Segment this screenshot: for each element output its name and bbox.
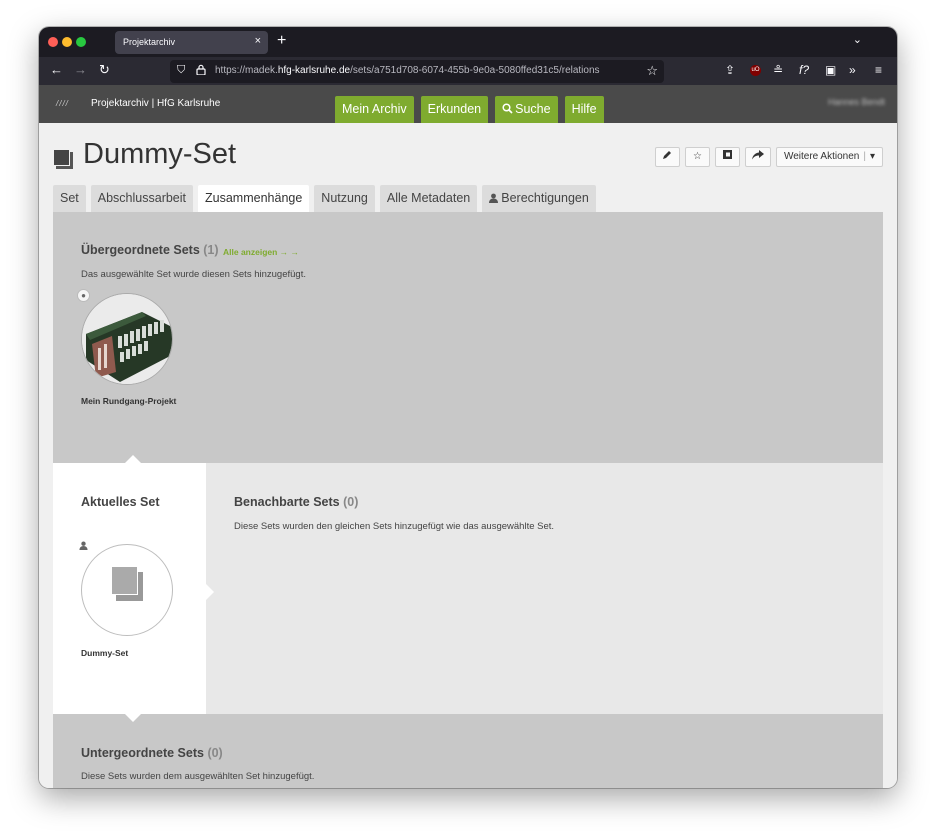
menu-icon[interactable]: ≡ <box>875 63 882 77</box>
nav-mein-archiv[interactable]: Mein Archiv <box>335 96 414 123</box>
share-icon <box>751 150 764 160</box>
current-set-label[interactable]: Dummy-Set <box>81 648 128 658</box>
shield-icon[interactable]: ⛉ <box>177 64 185 77</box>
child-sets-section: Untergeordnete Sets (0) Diese Sets wurde… <box>53 714 883 788</box>
ublock-icon[interactable]: uO <box>750 65 761 76</box>
parent-set-label[interactable]: Mein Rundgang-Projekt <box>81 396 176 406</box>
caret-down-icon: ▾ <box>869 151 875 162</box>
function-icon[interactable]: f? <box>799 63 809 77</box>
set-tabs: Set Abschlussarbeit Zusammenhänge Nutzun… <box>53 185 596 212</box>
action-bar: ☆ Weitere Aktionen | ▾ <box>654 147 883 167</box>
browser-window: Projektarchiv × + ⌄ ← → ↻ ⛉ https://made… <box>39 27 897 788</box>
tab-berechtigungen-label: Berechtigungen <box>501 191 589 205</box>
browser-tab-strip: Projektarchiv × + ⌄ <box>39 27 897 57</box>
current-set-section: Aktuelles Set Dummy-Set <box>53 463 206 715</box>
neighbor-sets-title: Benachbarte Sets (0) <box>234 495 359 509</box>
site-logo[interactable]: //// <box>56 99 69 108</box>
minimize-window-button[interactable] <box>62 37 72 47</box>
site-header: //// Projektarchiv | HfG Karlsruhe Mein … <box>39 85 897 123</box>
nav-suche[interactable]: Suche <box>495 96 558 123</box>
address-bar[interactable]: ⛉ https://madek.hfg-karlsruhe.de/sets/a7… <box>170 60 664 83</box>
nav-suche-label: Suche <box>515 102 551 116</box>
browser-tab[interactable]: Projektarchiv × <box>115 31 268 54</box>
neighbor-sets-description: Diese Sets wurden den gleichen Sets hinz… <box>234 521 555 532</box>
overflow-chevron-icon[interactable]: » <box>849 63 856 77</box>
site-name[interactable]: Projektarchiv | HfG Karlsruhe <box>91 98 220 109</box>
parent-set-thumbnail[interactable] <box>81 293 173 385</box>
bookmark-star-icon[interactable]: ☆ <box>646 63 658 79</box>
tab-abschlussarbeit[interactable]: Abschlussarbeit <box>90 185 194 212</box>
share-button[interactable] <box>744 147 771 167</box>
tab-list-icon[interactable]: ⌄ <box>853 33 862 46</box>
lock-icon[interactable] <box>196 64 206 78</box>
pointer-arrow <box>206 584 214 600</box>
forward-icon[interactable]: → <box>74 62 87 78</box>
new-tab-button[interactable]: + <box>277 32 286 50</box>
browser-tab-title: Projektarchiv <box>123 37 176 47</box>
child-sets-title: Untergeordnete Sets (0) <box>81 746 223 760</box>
parent-sets-section: Übergeordnete Sets (1) Alle anzeigen → →… <box>53 212 883 464</box>
neighbor-sets-section: Benachbarte Sets (0) Diese Sets wurden d… <box>206 463 883 715</box>
pointer-arrow <box>125 455 141 463</box>
star-icon: ☆ <box>692 151 702 162</box>
user-icon: ● <box>77 289 90 302</box>
parent-sets-title: Übergeordnete Sets (1) <box>81 243 219 257</box>
sidebar-icon[interactable]: ▣ <box>825 63 836 77</box>
search-icon <box>502 103 513 114</box>
tab-zusammenhaenge[interactable]: Zusammenhänge <box>198 185 310 212</box>
zoom-window-button[interactable] <box>76 37 86 47</box>
user-icon <box>489 193 499 203</box>
set-icon <box>53 149 73 169</box>
url-text: https://madek.hfg-karlsruhe.de/sets/a751… <box>215 65 600 76</box>
user-menu[interactable]: Hannes Bendt <box>828 97 885 107</box>
browser-toolbar: ← → ↻ ⛉ https://madek.hfg-karlsruhe.de/s… <box>39 57 897 85</box>
more-actions-label: Weitere Aktionen <box>783 151 860 162</box>
back-icon[interactable]: ← <box>50 62 63 78</box>
show-all-link[interactable]: Alle anzeigen → → <box>223 247 299 257</box>
more-actions-button[interactable]: Weitere Aktionen | ▾ <box>775 147 883 167</box>
reload-icon[interactable]: ↻ <box>99 62 110 78</box>
stamp-icon[interactable]: ≗ <box>773 63 783 77</box>
tab-berechtigungen[interactable]: Berechtigungen <box>482 185 596 212</box>
extension-share-icon[interactable]: ⇪ <box>725 63 735 77</box>
favorite-button[interactable]: ☆ <box>684 147 710 167</box>
close-tab-icon[interactable]: × <box>255 35 261 47</box>
edit-button[interactable] <box>654 147 680 167</box>
current-set-thumbnail[interactable] <box>81 544 173 636</box>
page-content: Dummy-Set ☆ Weitere Aktionen | ▾ Set Absch… <box>39 123 897 788</box>
page-title: Dummy-Set <box>83 138 237 170</box>
tab-set[interactable]: Set <box>53 185 86 212</box>
child-sets-description: Diese Sets wurden dem ausgewählten Set h… <box>81 771 315 782</box>
close-window-button[interactable] <box>48 37 58 47</box>
copy-button[interactable] <box>714 147 740 167</box>
nav-erkunden[interactable]: Erkunden <box>420 96 489 123</box>
current-set-title: Aktuelles Set <box>81 495 160 509</box>
pointer-arrow <box>125 714 141 722</box>
tab-alle-metadaten[interactable]: Alle Metadaten <box>379 185 478 212</box>
tab-nutzung[interactable]: Nutzung <box>314 185 375 212</box>
nav-hilfe[interactable]: Hilfe <box>564 96 604 123</box>
parent-sets-description: Das ausgewählte Set wurde diesen Sets hi… <box>81 269 306 280</box>
user-icon <box>77 541 90 554</box>
main-nav: Mein Archiv Erkunden Suche Hilfe <box>335 96 604 123</box>
copy-icon <box>722 150 732 159</box>
pencil-icon <box>663 151 672 159</box>
